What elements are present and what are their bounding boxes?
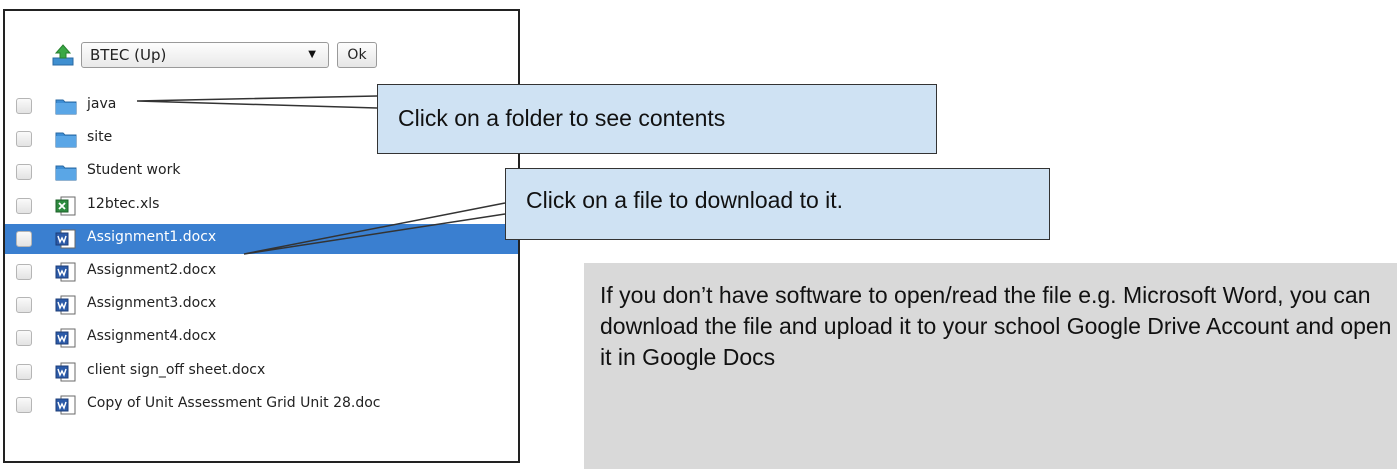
folder-select-value: BTEC (Up)	[90, 46, 167, 64]
file-name-link[interactable]: Assignment1.docx	[87, 229, 216, 245]
folder-callout-text: Click on a folder to see contents	[398, 105, 726, 131]
file-name-link[interactable]: Assignment2.docx	[87, 262, 216, 278]
toolbar: BTEC (Up) ▼ Ok	[51, 40, 377, 70]
file-name-link[interactable]: site	[87, 129, 112, 145]
file-row[interactable]: Copy of Unit Assessment Grid Unit 28.doc	[5, 390, 518, 420]
file-row[interactable]: Assignment2.docx	[5, 257, 518, 287]
file-browser-panel: BTEC (Up) ▼ Ok java site Student work 12bte…	[3, 9, 520, 463]
row-checkbox[interactable]	[16, 164, 32, 181]
file-row[interactable]: 12btec.xls	[5, 191, 518, 221]
folder-select[interactable]: BTEC (Up) ▼	[81, 42, 329, 68]
file-callout: Click on a file to download to it.	[505, 168, 1050, 240]
file-row[interactable]: client sign_off sheet.docx	[5, 357, 518, 387]
row-checkbox[interactable]	[16, 264, 32, 280]
file-name-link[interactable]: client sign_off sheet.docx	[87, 362, 265, 378]
chevron-down-icon: ▼	[308, 49, 316, 60]
row-checkbox[interactable]	[16, 98, 32, 114]
folder-icon	[55, 128, 77, 150]
row-checkbox[interactable]	[16, 297, 32, 314]
row-checkbox[interactable]	[16, 363, 32, 380]
row-checkbox[interactable]	[16, 131, 32, 148]
file-name-link[interactable]: Copy of Unit Assessment Grid Unit 28.doc	[87, 395, 380, 411]
word-file-icon	[55, 327, 77, 349]
row-checkbox[interactable]	[16, 330, 32, 347]
row-checkbox[interactable]	[16, 396, 32, 413]
ok-button[interactable]: Ok	[337, 42, 377, 68]
file-name-link[interactable]: Assignment4.docx	[87, 328, 216, 344]
word-file-icon	[55, 361, 77, 383]
file-callout-text: Click on a file to download to it.	[526, 187, 844, 213]
file-row[interactable]: Assignment4.docx	[5, 323, 518, 353]
file-name-link[interactable]: java	[87, 96, 116, 112]
word-file-icon	[55, 261, 77, 283]
folder-icon	[55, 95, 77, 117]
file-row[interactable]: Assignment1.docx	[5, 223, 518, 254]
folder-icon	[55, 161, 77, 183]
word-file-icon	[55, 228, 77, 250]
row-checkbox[interactable]	[16, 230, 32, 247]
folder-callout: Click on a folder to see contents	[377, 84, 937, 154]
excel-file-icon	[55, 195, 77, 217]
file-name-link[interactable]: Student work	[87, 162, 180, 178]
folder-up-icon[interactable]	[51, 43, 75, 67]
file-row[interactable]: Assignment3.docx	[5, 290, 518, 320]
row-checkbox[interactable]	[16, 197, 32, 214]
file-name-link[interactable]: 12btec.xls	[87, 196, 159, 212]
file-row[interactable]: Student work	[5, 157, 518, 187]
word-file-icon	[55, 394, 77, 416]
instruction-note: If you don’t have software to open/read …	[584, 263, 1397, 469]
word-file-icon	[55, 294, 77, 316]
file-name-link[interactable]: Assignment3.docx	[87, 295, 216, 311]
